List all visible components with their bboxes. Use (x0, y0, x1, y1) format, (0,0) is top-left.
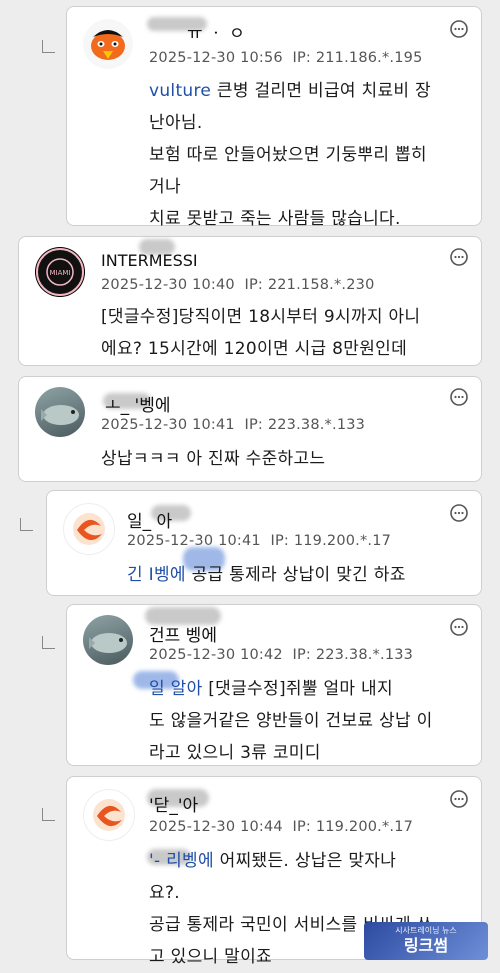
mention-link[interactable]: '- 리벵에 (149, 851, 214, 871)
comment-timestamp: 2025-12-30 10:56 IP: 211.186.*.195 (149, 50, 423, 66)
comment-author[interactable]: 일_ 아 (127, 507, 172, 532)
more-options-icon[interactable] (449, 387, 469, 407)
watermark-logo: 시사트레이닝 뉴스 링크썸 (364, 922, 488, 960)
mention-link[interactable]: 긴 I벵에 (127, 565, 186, 585)
brand-logo-icon (93, 799, 125, 831)
comment-author[interactable]: 건프 벵에 (149, 621, 217, 646)
comment-timestamp: 2025-12-30 10:41 IP: 223.38.*.133 (101, 417, 366, 433)
comment-timestamp: 2025-12-30 10:42 IP: 223.38.*.133 (149, 647, 414, 663)
avatar[interactable] (83, 19, 133, 69)
inter-miami-logo-icon: MIAMI (36, 248, 84, 296)
comment-author[interactable]: INTERMESSI (101, 251, 198, 270)
comment-text: vulture 큰병 걸리면 비급여 치료비 장 난아님. 보험 따로 안들어놨… (149, 81, 432, 229)
comment-author[interactable]: ㅗ_ '벵에 (105, 391, 171, 416)
comment-card: MIAMI INTERMESSI 2025-12-30 10:40 IP: 22… (18, 236, 482, 366)
avatar[interactable] (63, 503, 115, 555)
reply-indicator-icon (42, 40, 55, 53)
comment-text: 일 알아 [댓글수정]쥐뿔 얼마 내지 도 않을거같은 양반들이 건보료 상납 … (149, 679, 433, 763)
more-options-icon[interactable] (449, 503, 469, 523)
mention-link[interactable]: vulture (149, 81, 211, 101)
comment-author[interactable]: ㅠ ㆍ ㅇ (187, 19, 245, 44)
orioles-logo-icon (91, 30, 125, 60)
comment-timestamp: 2025-12-30 10:40 IP: 221.158.*.230 (101, 277, 375, 293)
comment-timestamp: 2025-12-30 10:41 IP: 119.200.*.17 (127, 533, 392, 549)
comment-ip: IP: 119.200.*.17 (270, 533, 392, 549)
fish-photo-icon (41, 405, 79, 425)
comment-ip: IP: 223.38.*.133 (292, 647, 414, 663)
comment-card: 일_ 아 2025-12-30 10:41 IP: 119.200.*.17 긴… (46, 490, 482, 596)
reply-indicator-icon (20, 518, 33, 531)
mention-link[interactable]: 일 알아 (149, 679, 203, 699)
comment-card: 건프 벵에 2025-12-30 10:42 IP: 223.38.*.133 … (66, 604, 482, 766)
comment-text: [댓글수정]당직이면 18시부터 9시까지 아니 에요? 15시간에 120이면… (101, 307, 421, 359)
avatar[interactable] (83, 615, 133, 665)
avatar[interactable] (83, 789, 135, 841)
comment-card: ㅠ ㆍ ㅇ 2025-12-30 10:56 IP: 211.186.*.195… (66, 6, 482, 229)
svg-text:MIAMI: MIAMI (50, 269, 71, 277)
more-options-icon[interactable] (449, 19, 469, 39)
comment-ip: IP: 223.38.*.133 (244, 417, 366, 433)
comment-text: 상납ㅋㅋㅋ 아 진짜 수준하고느 (101, 449, 326, 469)
more-options-icon[interactable] (449, 617, 469, 637)
avatar[interactable]: MIAMI (35, 247, 85, 297)
comment-author[interactable]: '닫_'아 (149, 791, 198, 816)
comment-ip: IP: 221.158.*.230 (244, 277, 375, 293)
comment-text: 긴 I벵에 공급 통제라 상납이 맞긴 하죠 (127, 565, 406, 585)
more-options-icon[interactable] (449, 789, 469, 809)
reply-indicator-icon (42, 636, 55, 649)
reply-indicator-icon (42, 808, 55, 821)
fish-photo-icon (89, 633, 127, 653)
more-options-icon[interactable] (449, 247, 469, 267)
avatar[interactable] (35, 387, 85, 437)
brand-logo-icon (73, 513, 105, 545)
comment-ip: IP: 119.200.*.17 (292, 819, 414, 835)
comment-ip: IP: 211.186.*.195 (292, 50, 423, 66)
comment-card: ㅗ_ '벵에 2025-12-30 10:41 IP: 223.38.*.133… (18, 376, 482, 482)
comment-timestamp: 2025-12-30 10:44 IP: 119.200.*.17 (149, 819, 414, 835)
